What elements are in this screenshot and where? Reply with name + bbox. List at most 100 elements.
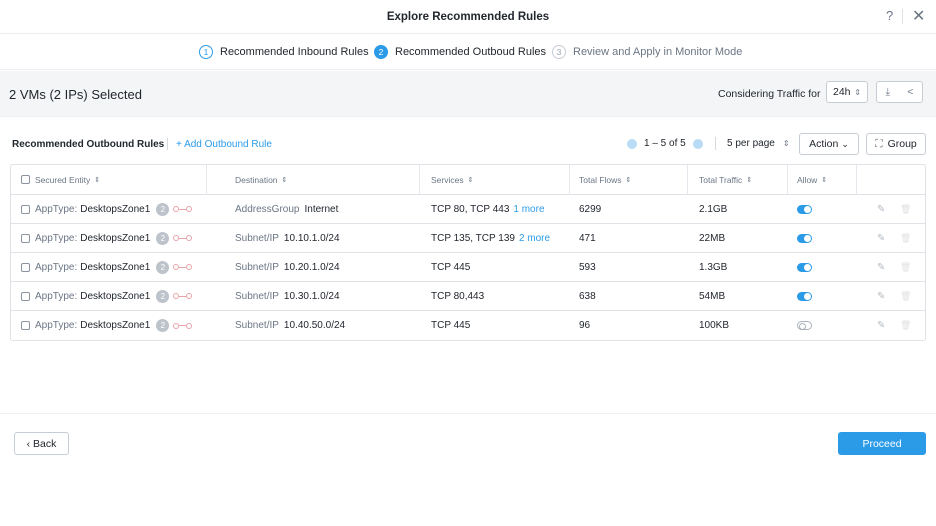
entity-type: AppType: bbox=[35, 320, 78, 331]
header-destination[interactable]: Destination ⇕ bbox=[235, 165, 287, 194]
count-badge: 2 bbox=[156, 231, 170, 245]
cell-traffic: 100KB bbox=[699, 320, 730, 331]
add-outbound-rule-link[interactable]: + Add Outbound Rule bbox=[176, 139, 272, 150]
cell-allow bbox=[797, 282, 812, 310]
page-range: 1 – 5 of 5 bbox=[644, 138, 686, 149]
allow-toggle[interactable] bbox=[797, 204, 812, 214]
header-entity[interactable]: Secured Entity ⇕ bbox=[21, 165, 100, 194]
row-checkbox[interactable] bbox=[21, 233, 30, 243]
count-badge: 2 bbox=[156, 289, 170, 303]
row-checkbox[interactable] bbox=[21, 291, 30, 301]
delete-icon[interactable]: 🗑 bbox=[900, 195, 911, 223]
pagination: 1 – 5 of 5 bbox=[627, 138, 703, 149]
header-services[interactable]: Services ⇕ bbox=[431, 165, 473, 194]
cell-traffic: 22MB bbox=[699, 232, 726, 244]
services-value: TCP 135, TCP 139 bbox=[431, 232, 515, 244]
help-icon[interactable]: ? bbox=[886, 8, 893, 23]
destination-value: 10.20.1.0/24 bbox=[283, 261, 340, 273]
cell-flows: 6299 bbox=[579, 203, 602, 215]
cell-flows: 471 bbox=[579, 232, 596, 244]
delete-icon[interactable]: 🗑 bbox=[900, 282, 911, 310]
download-icon[interactable]: ⤓ bbox=[886, 86, 891, 99]
column-divider bbox=[419, 165, 420, 195]
header-services-label: Services bbox=[431, 174, 464, 185]
modal-header: Explore Recommended Rules ? ✕ bbox=[0, 0, 936, 34]
cell-entity: AppType: DesktopsZone1 2 bbox=[21, 224, 193, 252]
row-checkbox[interactable] bbox=[21, 321, 30, 330]
link-icon bbox=[173, 235, 193, 241]
cell-allow bbox=[797, 224, 812, 252]
entity-name: DesktopsZone1 bbox=[80, 203, 151, 215]
allow-toggle[interactable] bbox=[797, 291, 812, 301]
edit-icon[interactable]: ✎ bbox=[877, 282, 885, 310]
delete-icon[interactable]: 🗑 bbox=[900, 253, 911, 281]
step-review[interactable]: 3 Review and Apply in Monitor Mode bbox=[552, 45, 742, 59]
cell-destination: Subnet/IP 10.10.1.0/24 bbox=[235, 224, 340, 252]
table-row[interactable]: AppType: DesktopsZone1 2 Subnet/IP 10.20.1.0… bbox=[11, 253, 925, 282]
table-row[interactable]: AppType: DesktopsZone1 2 Subnet/IP 10.30.1.0… bbox=[11, 282, 925, 311]
footer-divider bbox=[0, 413, 936, 414]
cell-traffic: 2.1GB bbox=[699, 203, 728, 215]
wizard-steps: 1 Recommended Inbound Rules 2 Recommende… bbox=[0, 34, 936, 70]
share-icon[interactable]: < bbox=[907, 86, 913, 98]
time-range-select[interactable]: 24h ⇕ bbox=[826, 81, 868, 103]
header-flows[interactable]: Total Flows ⇕ bbox=[579, 165, 631, 194]
edit-icon[interactable]: ✎ bbox=[877, 311, 885, 340]
count-badge: 2 bbox=[156, 260, 170, 274]
cell-services: TCP 135, TCP 139 2 more bbox=[431, 224, 550, 252]
row-checkbox[interactable] bbox=[21, 204, 30, 214]
cell-services: TCP 445 bbox=[431, 253, 474, 281]
entity-type: AppType: bbox=[35, 232, 78, 244]
link-icon bbox=[173, 206, 193, 212]
services-more-link[interactable]: 2 more bbox=[519, 233, 550, 244]
considering-traffic-label: Considering Traffic for bbox=[718, 88, 821, 100]
header-allow[interactable]: Allow ⇕ bbox=[797, 165, 827, 194]
back-button[interactable]: ‹ Back bbox=[14, 432, 69, 455]
step-outbound[interactable]: 2 Recommended Outboud Rules bbox=[374, 45, 546, 59]
column-divider bbox=[787, 165, 788, 195]
table-row[interactable]: AppType: DesktopsZone1 2 Subnet/IP 10.40.50.… bbox=[11, 311, 925, 340]
table-row[interactable]: AppType: DesktopsZone1 2 AddressGroup Intern… bbox=[11, 195, 925, 224]
proceed-button[interactable]: Proceed bbox=[838, 432, 926, 455]
allow-toggle[interactable] bbox=[797, 233, 812, 243]
step-inbound[interactable]: 1 Recommended Inbound Rules bbox=[199, 45, 369, 59]
column-divider bbox=[569, 165, 570, 195]
services-more-link[interactable]: 1 more bbox=[513, 204, 544, 215]
row-checkbox[interactable] bbox=[21, 262, 30, 272]
delete-icon[interactable]: 🗑 bbox=[900, 224, 911, 252]
next-page-icon[interactable] bbox=[692, 138, 703, 149]
prev-page-icon[interactable] bbox=[627, 138, 637, 149]
step-label: Recommended Outboud Rules bbox=[395, 46, 547, 58]
cell-entity: AppType: DesktopsZone1 2 bbox=[21, 195, 193, 223]
destination-type: Subnet/IP bbox=[235, 290, 279, 302]
edit-icon[interactable]: ✎ bbox=[877, 253, 885, 281]
close-icon[interactable]: ✕ bbox=[912, 6, 925, 26]
cell-entity: AppType: DesktopsZone1 2 bbox=[21, 253, 193, 281]
column-divider bbox=[687, 165, 688, 195]
link-icon bbox=[173, 264, 193, 270]
entity-name: DesktopsZone1 bbox=[80, 261, 151, 273]
allow-toggle[interactable] bbox=[797, 321, 812, 330]
group-button[interactable]: ⛶ Group bbox=[866, 133, 926, 155]
delete-icon[interactable]: 🗑 bbox=[900, 311, 911, 340]
sort-icon: ⇕ bbox=[821, 176, 828, 184]
allow-toggle[interactable] bbox=[797, 262, 812, 272]
action-label: Action bbox=[809, 138, 839, 150]
table-row[interactable]: AppType: DesktopsZone1 2 Subnet/IP 10.10.1.0… bbox=[11, 224, 925, 253]
per-page-select[interactable]: 5 per page ⇕ bbox=[727, 138, 790, 149]
cell-destination: Subnet/IP 10.30.1.0/24 bbox=[235, 282, 340, 310]
edit-icon[interactable]: ✎ bbox=[877, 224, 885, 252]
services-value: TCP 80,443 bbox=[431, 290, 485, 302]
select-all-checkbox[interactable] bbox=[21, 175, 30, 184]
header-traffic[interactable]: Total Traffic ⇕ bbox=[699, 165, 752, 194]
selection-summary: 2 VMs (2 IPs) Selected bbox=[9, 87, 142, 102]
count-badge: 2 bbox=[156, 202, 170, 216]
destination-value: 10.10.1.0/24 bbox=[283, 232, 340, 244]
services-value: TCP 445 bbox=[431, 261, 471, 273]
entity-type: AppType: bbox=[35, 290, 78, 302]
edit-icon[interactable]: ✎ bbox=[877, 195, 885, 223]
step-number: 3 bbox=[552, 45, 566, 59]
step-number: 1 bbox=[199, 45, 213, 59]
destination-value: 10.40.50.0/24 bbox=[283, 320, 346, 331]
action-button[interactable]: Action ⌄ bbox=[799, 133, 859, 155]
